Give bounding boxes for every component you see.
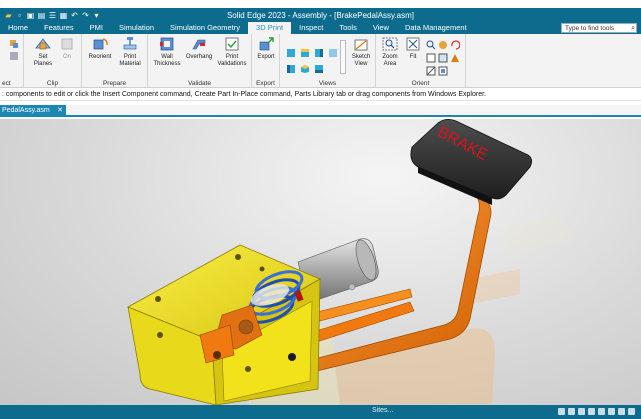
spin-about-icon[interactable] [450,53,460,63]
select-filter-icon[interactable] [9,51,19,61]
rotate-icon[interactable] [450,40,460,50]
redo-icon[interactable]: ↷ [81,11,90,20]
views-scroll-stepper[interactable] [340,40,346,74]
status-zoom-icon[interactable] [568,408,575,415]
properties-icon[interactable]: ☰ [48,11,57,20]
view-back-icon[interactable] [328,48,338,58]
ribbon-group-label-export: Export [256,80,275,87]
tab-tools[interactable]: Tools [331,22,365,34]
overhang-icon [192,39,206,50]
find-tools-placeholder: Type to find tools [565,25,615,32]
zoom-area-icon [382,37,398,51]
tab-simulation-geometry[interactable]: Simulation Geometry [162,22,248,34]
clip-on-button[interactable]: On [58,36,76,61]
ribbon-group-prepare: Reorient Print Material Prepare [82,34,148,88]
search-icon: ⌕ [631,25,635,32]
print-validations-icon [225,37,239,51]
reorient-button[interactable]: Reorient [86,36,114,61]
export-button[interactable]: Export [254,36,278,61]
ribbon-group-validate: Wall Thickness Overhang Print Validation… [148,34,252,88]
find-tools-search-input[interactable]: Type to find tools ⌕ [561,23,637,33]
export-icon [259,37,274,51]
print-material-icon [123,37,137,50]
view-iso-icon[interactable] [300,64,310,74]
pan-icon[interactable] [438,40,448,50]
document-tab-strip: PedalAssy.asm ✕ [0,105,641,117]
set-planes-icon [35,38,51,50]
view-top-icon[interactable] [300,48,310,58]
document-tab[interactable]: PedalAssy.asm ✕ [0,105,66,117]
prompt-bar: : components to edit or click the Insert… [0,89,641,101]
status-text: Sites... [372,407,394,414]
view-right-icon[interactable] [314,48,324,58]
fit-button[interactable]: Fit [404,36,422,61]
graphics-viewport[interactable]: BRAKE [0,119,641,405]
status-fit-icon[interactable] [578,408,585,415]
print-icon[interactable]: ▤ [37,11,46,20]
print-material-button[interactable]: Print Material [116,36,144,67]
status-grid-icon[interactable] [628,408,635,415]
customize-icon[interactable]: ▾ [92,11,101,20]
ribbon-group-label-orient: Orient [411,80,430,87]
wall-thickness-icon [160,37,174,51]
previous-view-icon[interactable] [426,53,436,63]
ribbon: ect Set Planes On Clip Reorient Print Ma… [0,34,641,88]
document-tab-label: PedalAssy.asm [2,107,50,114]
status-style-icon[interactable] [608,408,615,415]
open-folder-icon[interactable]: ▰ [4,11,13,20]
brake-pedal-pad: BRAKE [410,119,532,205]
ribbon-group-export: Export Export [252,34,280,88]
close-icon[interactable]: ✕ [57,105,63,117]
sketch-view-button[interactable]: Sketch View [348,36,374,67]
status-shade-icon[interactable] [618,408,625,415]
save-icon[interactable]: ▣ [26,11,35,20]
common-views-icon[interactable] [438,53,448,63]
new-file-icon[interactable]: ▫ [15,11,24,20]
quick-access-toolbar: ▰ ▫ ▣ ▤ ☰ ▦ ↶ ↷ ▾ [0,11,101,20]
tab-view[interactable]: View [365,22,397,34]
tab-inspect[interactable]: Inspect [291,22,331,34]
select-tool-icon[interactable] [9,39,19,49]
view-orientation-icon[interactable] [426,66,436,76]
title-bar: ▰ ▫ ▣ ▤ ☰ ▦ ↶ ↷ ▾ Solid Edge 2023 - Asse… [0,8,641,22]
ribbon-group-clip: Set Planes On Clip [24,34,82,88]
ribbon-group-label-clip: Clip [46,80,59,87]
layout-icon[interactable]: ▦ [59,11,68,20]
status-pan-icon[interactable] [588,408,595,415]
set-planes-button[interactable]: Set Planes [30,36,56,67]
fit-icon [406,37,420,51]
ribbon-group-label-validate: Validate [187,80,211,87]
status-rotate-icon[interactable] [598,408,605,415]
undo-icon[interactable]: ↶ [70,11,79,20]
ribbon-group-select: ect [0,34,24,88]
wall-thickness-button[interactable]: Wall Thickness [152,36,182,67]
zoom-icon[interactable] [426,40,436,50]
sketch-view-icon [354,39,368,51]
view-left-icon[interactable] [286,64,296,74]
look-at-face-icon[interactable] [438,66,448,76]
print-validations-button[interactable]: Print Validations [216,36,248,67]
overhang-button[interactable]: Overhang [184,36,214,61]
view-front-icon[interactable] [286,48,296,58]
tab-pmi[interactable]: PMI [82,22,111,34]
ribbon-group-label-views: Views [318,80,337,87]
status-bar: Sites... [0,405,641,419]
status-view-icon[interactable] [558,408,565,415]
ribbon-group-orient: Zoom Area Fit Orient [376,34,466,88]
zoom-area-button[interactable]: Zoom Area [378,36,402,67]
ribbon-group-label-prepare: Prepare [102,80,127,87]
view-bottom-icon[interactable] [314,64,324,74]
ribbon-group-views: Sketch View Views [280,34,376,88]
tab-3d-print[interactable]: 3D Print [248,22,292,34]
tab-simulation[interactable]: Simulation [111,22,162,34]
ribbon-tab-row: Home Features PMI Simulation Simulation … [0,22,641,34]
ribbon-group-label-select: ect [2,80,11,87]
reorient-icon [93,38,108,50]
assembly-model: BRAKE [127,119,575,405]
clip-on-icon [61,38,73,50]
tab-data-management[interactable]: Data Management [397,22,475,34]
status-icons [558,408,635,415]
tab-home[interactable]: Home [0,22,36,34]
tab-features[interactable]: Features [36,22,82,34]
